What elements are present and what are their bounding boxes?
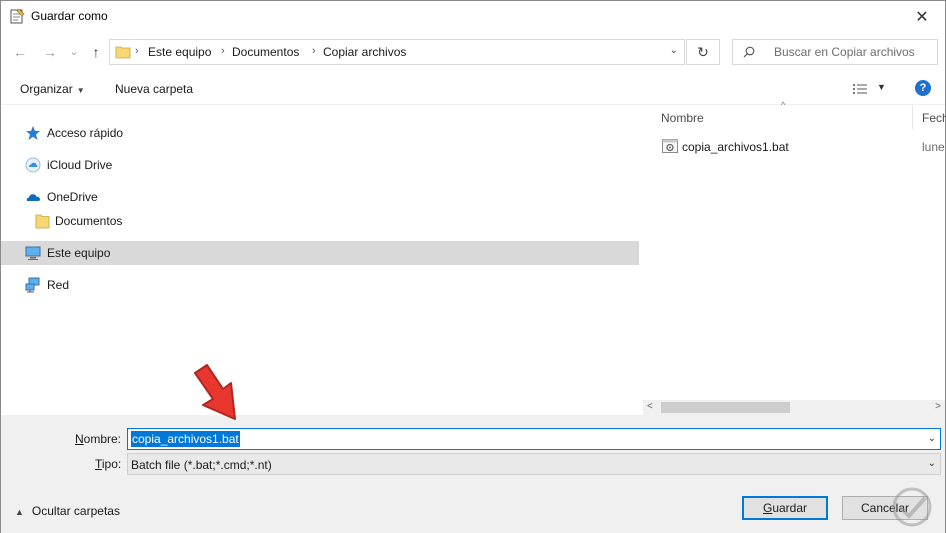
- forward-button[interactable]: →: [39, 41, 61, 63]
- breadcrumb-separator: ›: [221, 45, 225, 57]
- watermark-logo-icon: [892, 487, 932, 527]
- scrollbar-thumb[interactable]: [661, 402, 790, 413]
- address-bar[interactable]: › Este equipo › Documentos › Copiar arch…: [109, 39, 685, 65]
- file-name-value: copia_archivos1.bat: [131, 431, 240, 447]
- nav-label: Red: [47, 278, 70, 292]
- arrow-right-icon: →: [43, 44, 57, 60]
- save-as-dialog: Guardar como ✕ ← → ⌄ ↑ › Este equipo › D…: [0, 0, 946, 533]
- chevron-down-icon: ⌄: [927, 458, 936, 469]
- star-icon: [26, 126, 40, 140]
- search-placeholder: Buscar en Copiar archivos: [774, 45, 915, 59]
- hide-folders-label: Ocultar carpetas: [31, 504, 120, 518]
- type-label-text: ipo:: [101, 457, 122, 471]
- save-label-mnemonic: G: [762, 501, 773, 515]
- caret-up-icon: ▲: [15, 507, 24, 517]
- file-type-value: Batch file (*.bat;*.cmd;*.nt): [131, 458, 272, 472]
- chevron-down-icon[interactable]: ⌄: [670, 45, 678, 56]
- close-icon: ✕: [915, 8, 929, 26]
- new-folder-label: Nueva carpeta: [115, 82, 194, 96]
- help-glyph: ?: [919, 82, 927, 94]
- help-icon[interactable]: ?: [915, 80, 931, 96]
- network-icon: [25, 277, 40, 293]
- horizontal-scrollbar[interactable]: < >: [643, 400, 945, 415]
- search-box[interactable]: Buscar en Copiar archivos: [732, 39, 938, 65]
- nav-label: OneDrive: [47, 190, 98, 204]
- nav-item-red[interactable]: Red: [1, 273, 639, 297]
- scroll-left-icon[interactable]: <: [647, 401, 653, 412]
- save-button[interactable]: Guardar: [742, 496, 828, 520]
- type-label-mnemonic: T: [95, 457, 102, 471]
- column-header-date[interactable]: Fech: [922, 111, 946, 125]
- nav-item-documentos[interactable]: Documentos: [1, 209, 639, 233]
- folder-icon: [115, 46, 131, 59]
- caret-down-icon: ▼: [76, 86, 85, 95]
- sort-ascending-icon: ^: [781, 100, 786, 110]
- nav-item-onedrive[interactable]: OneDrive: [1, 185, 639, 209]
- organize-label: Organizar: [20, 82, 73, 96]
- arrow-up-icon: ↑: [92, 44, 100, 60]
- nav-item-icloud-drive[interactable]: iCloud Drive: [1, 153, 639, 177]
- scroll-right-icon[interactable]: >: [935, 401, 941, 412]
- refresh-icon: ↻: [697, 43, 709, 60]
- chevron-down-icon: ⌄: [69, 46, 79, 58]
- nav-label: iCloud Drive: [47, 158, 113, 172]
- chevron-down-icon[interactable]: ⌄: [928, 433, 936, 444]
- bat-file-icon: [662, 139, 678, 153]
- view-options-caret-icon[interactable]: ▼: [877, 82, 886, 92]
- type-field-label: Tipo:: [95, 457, 121, 471]
- title-bar: Guardar como ✕: [1, 1, 945, 32]
- nav-label: Documentos: [55, 214, 123, 228]
- breadcrumb-documentos[interactable]: Documentos: [232, 45, 299, 59]
- notepad-icon: [10, 8, 25, 24]
- arrow-left-icon: ←: [13, 44, 27, 60]
- breadcrumb-copiar-archivos[interactable]: Copiar archivos: [323, 45, 406, 59]
- back-button[interactable]: ←: [9, 41, 31, 63]
- save-label: uardar: [772, 501, 808, 515]
- new-folder-button[interactable]: Nueva carpeta: [115, 82, 193, 96]
- annotation-arrow-icon: [194, 364, 236, 420]
- breadcrumb-este-equipo[interactable]: Este equipo: [148, 45, 211, 59]
- hide-folders-toggle[interactable]: ▲ Ocultar carpetas: [15, 504, 120, 518]
- onedrive-icon: [26, 194, 40, 201]
- nav-item-este-equipo[interactable]: Este equipo: [1, 241, 639, 265]
- toolbar-divider: [1, 104, 945, 105]
- view-details-icon[interactable]: [852, 82, 868, 96]
- name-label-mnemonic: N: [75, 432, 84, 446]
- up-button[interactable]: ↑: [85, 41, 107, 63]
- file-item-name[interactable]: copia_archivos1.bat: [682, 140, 789, 154]
- search-icon: [743, 46, 755, 58]
- folder-icon: [35, 214, 50, 229]
- name-field-label: Nombre:: [75, 432, 121, 446]
- organize-button[interactable]: Organizar ▼: [20, 82, 85, 96]
- close-button[interactable]: ✕: [899, 1, 945, 32]
- recent-locations-button[interactable]: ⌄: [63, 41, 85, 63]
- icloud-icon: [25, 157, 41, 173]
- refresh-button[interactable]: ↻: [686, 39, 720, 65]
- column-divider[interactable]: [912, 105, 913, 129]
- breadcrumb-separator: ›: [135, 45, 139, 57]
- window-title: Guardar como: [31, 9, 108, 23]
- file-type-select[interactable]: Batch file (*.bat;*.cmd;*.nt) ⌄: [127, 453, 941, 475]
- file-item-date: lune: [922, 140, 945, 154]
- nav-item-acceso-rapido[interactable]: Acceso rápido: [1, 121, 639, 145]
- file-name-input[interactable]: copia_archivos1.bat ⌄: [127, 428, 941, 450]
- nav-label: Este equipo: [47, 246, 111, 260]
- nav-label: Acceso rápido: [47, 126, 124, 140]
- computer-icon: [25, 246, 41, 260]
- breadcrumb-separator: ›: [312, 45, 316, 57]
- column-header-name[interactable]: Nombre: [661, 111, 704, 125]
- name-label-text: ombre:: [83, 432, 122, 446]
